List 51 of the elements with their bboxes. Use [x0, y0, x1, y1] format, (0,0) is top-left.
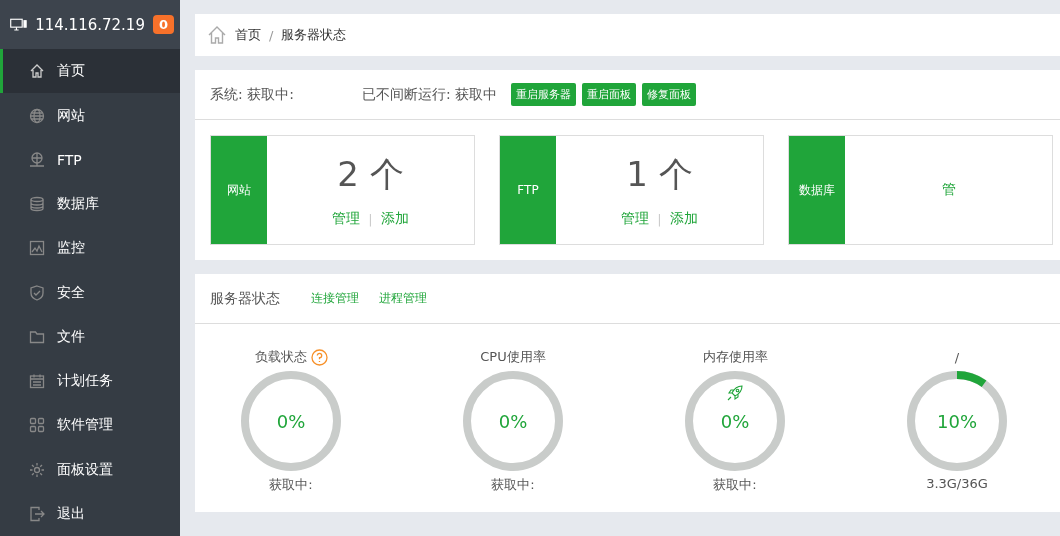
nav-item[interactable]: 计划任务	[0, 358, 180, 404]
nav-item[interactable]: 数据库	[0, 181, 180, 227]
nav-item[interactable]: FTP	[0, 137, 180, 182]
gauge-value: 0%	[719, 411, 751, 432]
breadcrumb-item: 服务器状态	[281, 26, 347, 44]
gauge-value: 10%	[936, 411, 978, 432]
breadcrumb-item[interactable]: 首页	[235, 26, 261, 44]
link-separator: |	[657, 211, 662, 227]
count-value: 1 个	[626, 153, 693, 196]
network-globe-icon	[29, 151, 45, 168]
nav-item[interactable]: 网站	[0, 93, 180, 138]
gauge-caption: 获取中:	[269, 476, 313, 494]
rocket-icon[interactable]	[726, 384, 744, 402]
gauge-title: /	[954, 349, 960, 365]
server-address: 114.116.72.19	[35, 15, 145, 34]
settings-icon	[29, 461, 45, 478]
gauge-value: 0%	[497, 411, 529, 432]
count-value: 2 个	[337, 153, 404, 196]
gauge-caption: 获取中:	[713, 476, 757, 494]
uptime-info: 已不间断运行: 获取中	[362, 85, 498, 104]
nav-item[interactable]: 退出	[0, 491, 180, 536]
globe-icon	[29, 107, 45, 124]
home-icon[interactable]	[207, 25, 227, 45]
help-icon[interactable]	[310, 348, 328, 366]
logout-icon	[29, 505, 45, 522]
system-info: 系统: 获取中:	[210, 85, 295, 104]
card-label: 数据库	[789, 136, 845, 244]
gauge-title: 内存使用率	[702, 348, 768, 366]
grid-icon	[29, 417, 45, 434]
calendar-icon	[29, 373, 45, 390]
card-label: FTP	[500, 136, 556, 244]
breadcrumb-separator: /	[269, 27, 274, 43]
shield-icon	[29, 284, 45, 301]
section-title: 服务器状态	[210, 289, 280, 308]
gauge-caption: 3.3G/36G	[926, 476, 988, 491]
folder-icon	[29, 328, 45, 345]
chart-icon	[29, 240, 45, 257]
home-icon	[29, 63, 45, 80]
gauge-title: CPU使用率	[480, 348, 546, 366]
gauge-caption: 获取中:	[491, 476, 535, 494]
database-icon	[29, 196, 45, 213]
nav-item[interactable]: 首页	[0, 49, 180, 94]
gauge-title: 负载状态	[254, 348, 307, 366]
nav-item[interactable]: 安全	[0, 270, 180, 315]
nav-item[interactable]: 软件管理	[0, 403, 180, 448]
card-label: 网站	[211, 136, 267, 244]
link-separator: |	[368, 211, 373, 227]
gauge-value: 0%	[275, 411, 307, 432]
nav-item[interactable]: 面板设置	[0, 447, 180, 492]
nav-item[interactable]: 文件	[0, 314, 180, 359]
nav-item[interactable]: 监控	[0, 226, 180, 271]
